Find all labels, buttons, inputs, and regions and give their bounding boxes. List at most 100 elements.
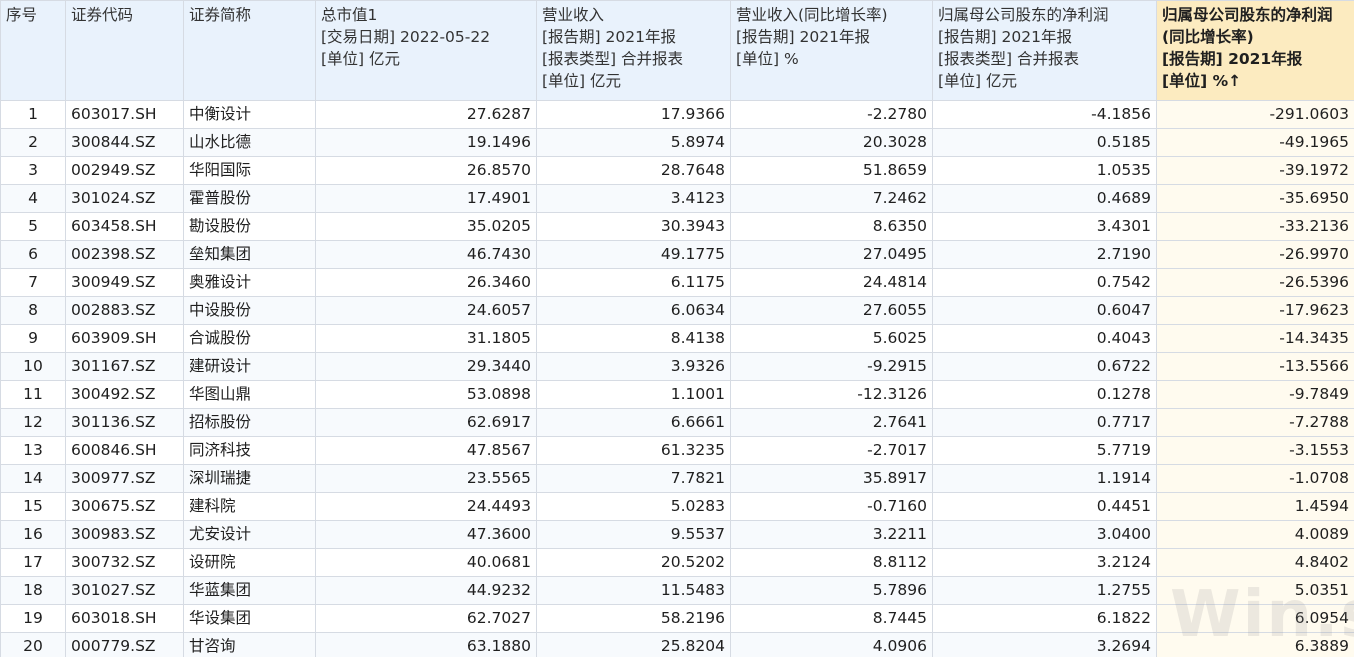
cell-name: 尤安设计 [183, 520, 316, 549]
cell-revg: 8.8112 [730, 548, 933, 577]
table-row[interactable]: 1 603017.SH 中衡设计 27.6287 17.9366 -2.2780 -4.18… [0, 100, 1354, 129]
cell-code: 603018.SH [65, 604, 184, 633]
column-header-line: [报告期] 2021年报 [1162, 50, 1303, 68]
cell-npg: -17.9623 [1156, 296, 1354, 325]
column-header-line: [报表类型] 合并报表 [938, 50, 1080, 68]
cell-name: 华设集团 [183, 604, 316, 633]
cell-np: 6.1822 [932, 604, 1157, 633]
cell-rev: 58.2196 [536, 604, 731, 633]
cell-name: 中衡设计 [183, 100, 316, 129]
cell-code: 002949.SZ [65, 156, 184, 185]
results-table: 序号 证券代码 证券简称 总市值1 [交易日期] 2022-05-22 [单位] 亿元 营业… [0, 0, 1354, 657]
table-row[interactable]: 16 300983.SZ 尤安设计 47.3600 9.5537 3.2211 3.0400… [0, 520, 1354, 549]
column-header-revg[interactable]: 营业收入(同比增长率) [报告期] 2021年报 [单位] % [730, 0, 933, 101]
table-header-row: 序号 证券代码 证券简称 总市值1 [交易日期] 2022-05-22 [单位] 亿元 营业… [0, 0, 1354, 101]
cell-mcap: 31.1805 [315, 324, 537, 353]
cell-name: 同济科技 [183, 436, 316, 465]
cell-np: 0.7717 [932, 408, 1157, 437]
table-row[interactable]: 5 603458.SH 勘设股份 35.0205 30.3943 8.6350 3.4301… [0, 212, 1354, 241]
cell-npg: 4.0089 [1156, 520, 1354, 549]
cell-mcap: 29.3440 [315, 352, 537, 381]
cell-revg: 8.6350 [730, 212, 933, 241]
table-row[interactable]: 9 603909.SH 合诚股份 31.1805 8.4138 5.6025 0.4043-… [0, 324, 1354, 353]
cell-np: 0.1278 [932, 380, 1157, 409]
table-row[interactable]: 19 603018.SH 华设集团 62.7027 58.2196 8.7445 6.182… [0, 604, 1354, 633]
column-header-idx[interactable]: 序号 [0, 0, 66, 101]
cell-revg: 51.8659 [730, 156, 933, 185]
cell-idx: 15 [0, 492, 66, 521]
table-row[interactable]: 17 300732.SZ 设研院 40.0681 20.5202 8.8112 3.2124… [0, 548, 1354, 577]
cell-name: 中设股份 [183, 296, 316, 325]
cell-npg: 6.0954 [1156, 604, 1354, 633]
table-row[interactable]: 3 002949.SZ 华阳国际 26.8570 28.7648 51.8659 1.053… [0, 156, 1354, 185]
cell-mcap: 46.7430 [315, 240, 537, 269]
cell-npg: 1.4594 [1156, 492, 1354, 521]
cell-name: 合诚股份 [183, 324, 316, 353]
cell-name: 勘设股份 [183, 212, 316, 241]
column-header-npg[interactable]: 归属母公司股东的净利润 (同比增长率) [报告期] 2021年报 [单位] %↑ [1156, 0, 1354, 101]
cell-revg: 27.6055 [730, 296, 933, 325]
cell-npg: -26.5396 [1156, 268, 1354, 297]
cell-revg: -12.3126 [730, 380, 933, 409]
cell-idx: 3 [0, 156, 66, 185]
cell-npg: -7.2788 [1156, 408, 1354, 437]
cell-mcap: 62.7027 [315, 604, 537, 633]
cell-mcap: 44.9232 [315, 576, 537, 605]
cell-idx: 8 [0, 296, 66, 325]
table-row[interactable]: 7 300949.SZ 奥雅设计 26.3460 6.1175 24.4814 0.7542… [0, 268, 1354, 297]
cell-npg: -39.1972 [1156, 156, 1354, 185]
column-header-rev[interactable]: 营业收入 [报告期] 2021年报 [报表类型] 合并报表 [单位] 亿元 [536, 0, 731, 101]
cell-mcap: 62.6917 [315, 408, 537, 437]
cell-idx: 6 [0, 240, 66, 269]
table-row[interactable]: 18 301027.SZ 华蓝集团 44.9232 11.5483 5.7896 1.275… [0, 576, 1354, 605]
table-row[interactable]: 12 301136.SZ 招标股份 62.6917 6.6661 2.7641 0.7717… [0, 408, 1354, 437]
cell-rev: 8.4138 [536, 324, 731, 353]
table-row[interactable]: 11 300492.SZ 华图山鼎 53.0898 1.1001 -12.3126 0.12… [0, 380, 1354, 409]
cell-rev: 6.6661 [536, 408, 731, 437]
cell-idx: 4 [0, 184, 66, 213]
cell-npg: -35.6950 [1156, 184, 1354, 213]
table-row[interactable]: 4 301024.SZ 霍普股份 17.4901 3.4123 7.2462 0.4689-… [0, 184, 1354, 213]
cell-code: 301167.SZ [65, 352, 184, 381]
cell-npg: -1.0708 [1156, 464, 1354, 493]
cell-mcap: 27.6287 [315, 100, 537, 129]
column-header-line: [单位] % [736, 50, 799, 68]
cell-name: 招标股份 [183, 408, 316, 437]
cell-rev: 49.1775 [536, 240, 731, 269]
column-header-np[interactable]: 归属母公司股东的净利润 [报告期] 2021年报 [报表类型] 合并报表 [单位] 亿… [932, 0, 1157, 101]
cell-name: 华蓝集团 [183, 576, 316, 605]
table-row[interactable]: 20 000779.SZ 甘咨询 63.1880 25.8204 4.0906 3.2694… [0, 632, 1354, 657]
cell-code: 600846.SH [65, 436, 184, 465]
cell-rev: 5.8974 [536, 128, 731, 157]
table-row[interactable]: 13 600846.SH 同济科技 47.8567 61.3235 -2.7017 5.77… [0, 436, 1354, 465]
cell-code: 300492.SZ [65, 380, 184, 409]
cell-revg: -2.2780 [730, 100, 933, 129]
cell-np: 5.7719 [932, 436, 1157, 465]
cell-name: 山水比德 [183, 128, 316, 157]
table-row[interactable]: 14 300977.SZ 深圳瑞捷 23.5565 7.7821 35.8917 1.191… [0, 464, 1354, 493]
table-row[interactable]: 6 002398.SZ 垒知集团 46.7430 49.1775 27.0495 2.719… [0, 240, 1354, 269]
cell-mcap: 19.1496 [315, 128, 537, 157]
cell-npg: -33.2136 [1156, 212, 1354, 241]
column-header-mcap[interactable]: 总市值1 [交易日期] 2022-05-22 [单位] 亿元 [315, 0, 537, 101]
table-row[interactable]: 2 300844.SZ 山水比德 19.1496 5.8974 20.3028 0.5185… [0, 128, 1354, 157]
column-header-line: 序号 [6, 6, 38, 24]
cell-np: 3.4301 [932, 212, 1157, 241]
cell-rev: 9.5537 [536, 520, 731, 549]
cell-code: 300977.SZ [65, 464, 184, 493]
cell-name: 霍普股份 [183, 184, 316, 213]
cell-np: 1.0535 [932, 156, 1157, 185]
cell-rev: 1.1001 [536, 380, 731, 409]
cell-name: 甘咨询 [183, 632, 316, 657]
cell-revg: -9.2915 [730, 352, 933, 381]
column-header-code[interactable]: 证券代码 [65, 0, 184, 101]
column-header-name[interactable]: 证券简称 [183, 0, 316, 101]
table-row[interactable]: 15 300675.SZ 建科院 24.4493 5.0283 -0.7160 0.4451… [0, 492, 1354, 521]
column-header-line: [报告期] 2021年报 [736, 28, 870, 46]
cell-np: 3.2124 [932, 548, 1157, 577]
cell-code: 603458.SH [65, 212, 184, 241]
cell-mcap: 47.8567 [315, 436, 537, 465]
table-row[interactable]: 10 301167.SZ 建研设计 29.3440 3.9326 -9.2915 0.672… [0, 352, 1354, 381]
table-row[interactable]: 8 002883.SZ 中设股份 24.6057 6.0634 27.6055 0.6047… [0, 296, 1354, 325]
cell-mcap: 63.1880 [315, 632, 537, 657]
